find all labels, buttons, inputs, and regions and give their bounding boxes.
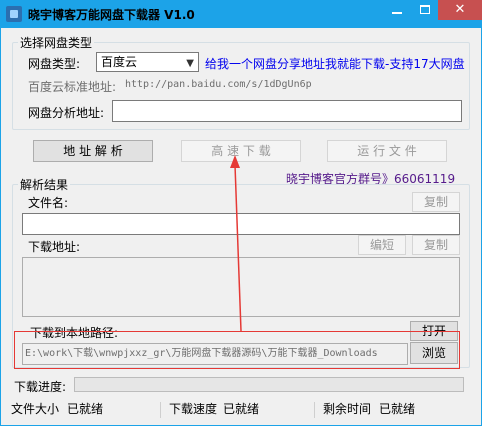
copy-filename-button[interactable]: 复制 (412, 192, 460, 212)
status-separator (160, 402, 161, 418)
netdisk-group-title: 选择网盘类型 (18, 34, 95, 51)
status-separator (314, 402, 315, 418)
result-group-title: 解析结果 (18, 176, 71, 193)
download-addr-label: 下载地址: (28, 240, 81, 254)
run-file-button[interactable]: 运 行 文 件 (327, 140, 447, 162)
app-icon (6, 6, 22, 22)
promo-link[interactable]: 给我一个网盘分享地址我就能下载-支持17大网盘 (205, 55, 465, 72)
netdisk-type-select[interactable]: 百度云 ▼ (96, 52, 199, 72)
status-bar: 文件大小 已就绪 下载速度 已就绪 剩余时间 已就绪 (1, 400, 481, 425)
fast-download-button[interactable]: 高 速 下 载 (181, 140, 301, 162)
filename-field[interactable] (22, 213, 460, 235)
standard-addr-label: 百度云标准地址: (28, 80, 117, 94)
maximize-icon (420, 5, 430, 14)
remaining-time-label: 剩余时间 (323, 402, 372, 416)
standard-addr-value: http://pan.baidu.com/s/1dDgUn6p (125, 79, 312, 90)
remaining-time-value: 已就绪 (379, 402, 416, 416)
maximize-button[interactable] (412, 0, 438, 20)
speed-label: 下载速度 (169, 402, 218, 416)
minimize-icon (392, 12, 402, 14)
shorten-url-button[interactable]: 编短 (358, 235, 406, 255)
chevron-down-icon: ▼ (186, 58, 194, 69)
file-size-label: 文件大小 (11, 402, 60, 416)
speed-value: 已就绪 (223, 402, 260, 416)
filename-label: 文件名: (28, 196, 69, 210)
netdisk-type-label: 网盘类型: (28, 57, 81, 71)
close-icon: ✕ (454, 2, 466, 17)
close-button[interactable]: ✕ (438, 0, 482, 20)
minimize-button[interactable] (382, 0, 412, 20)
window-title: 晓宇博客万能网盘下载器 V1.0 (28, 8, 195, 22)
copy-download-addr-button[interactable]: 复制 (412, 235, 460, 255)
analyze-addr-input[interactable] (112, 100, 462, 122)
highlight-box (14, 331, 460, 369)
analyze-addr-label: 网盘分析地址: (28, 106, 105, 120)
netdisk-type-value: 百度云 (101, 55, 138, 69)
file-size-value: 已就绪 (67, 402, 104, 416)
download-addr-field[interactable] (22, 257, 460, 317)
download-progress-bar (74, 377, 464, 392)
parse-address-button[interactable]: 地 址 解 析 (33, 140, 153, 162)
progress-label: 下载进度: (14, 380, 67, 394)
